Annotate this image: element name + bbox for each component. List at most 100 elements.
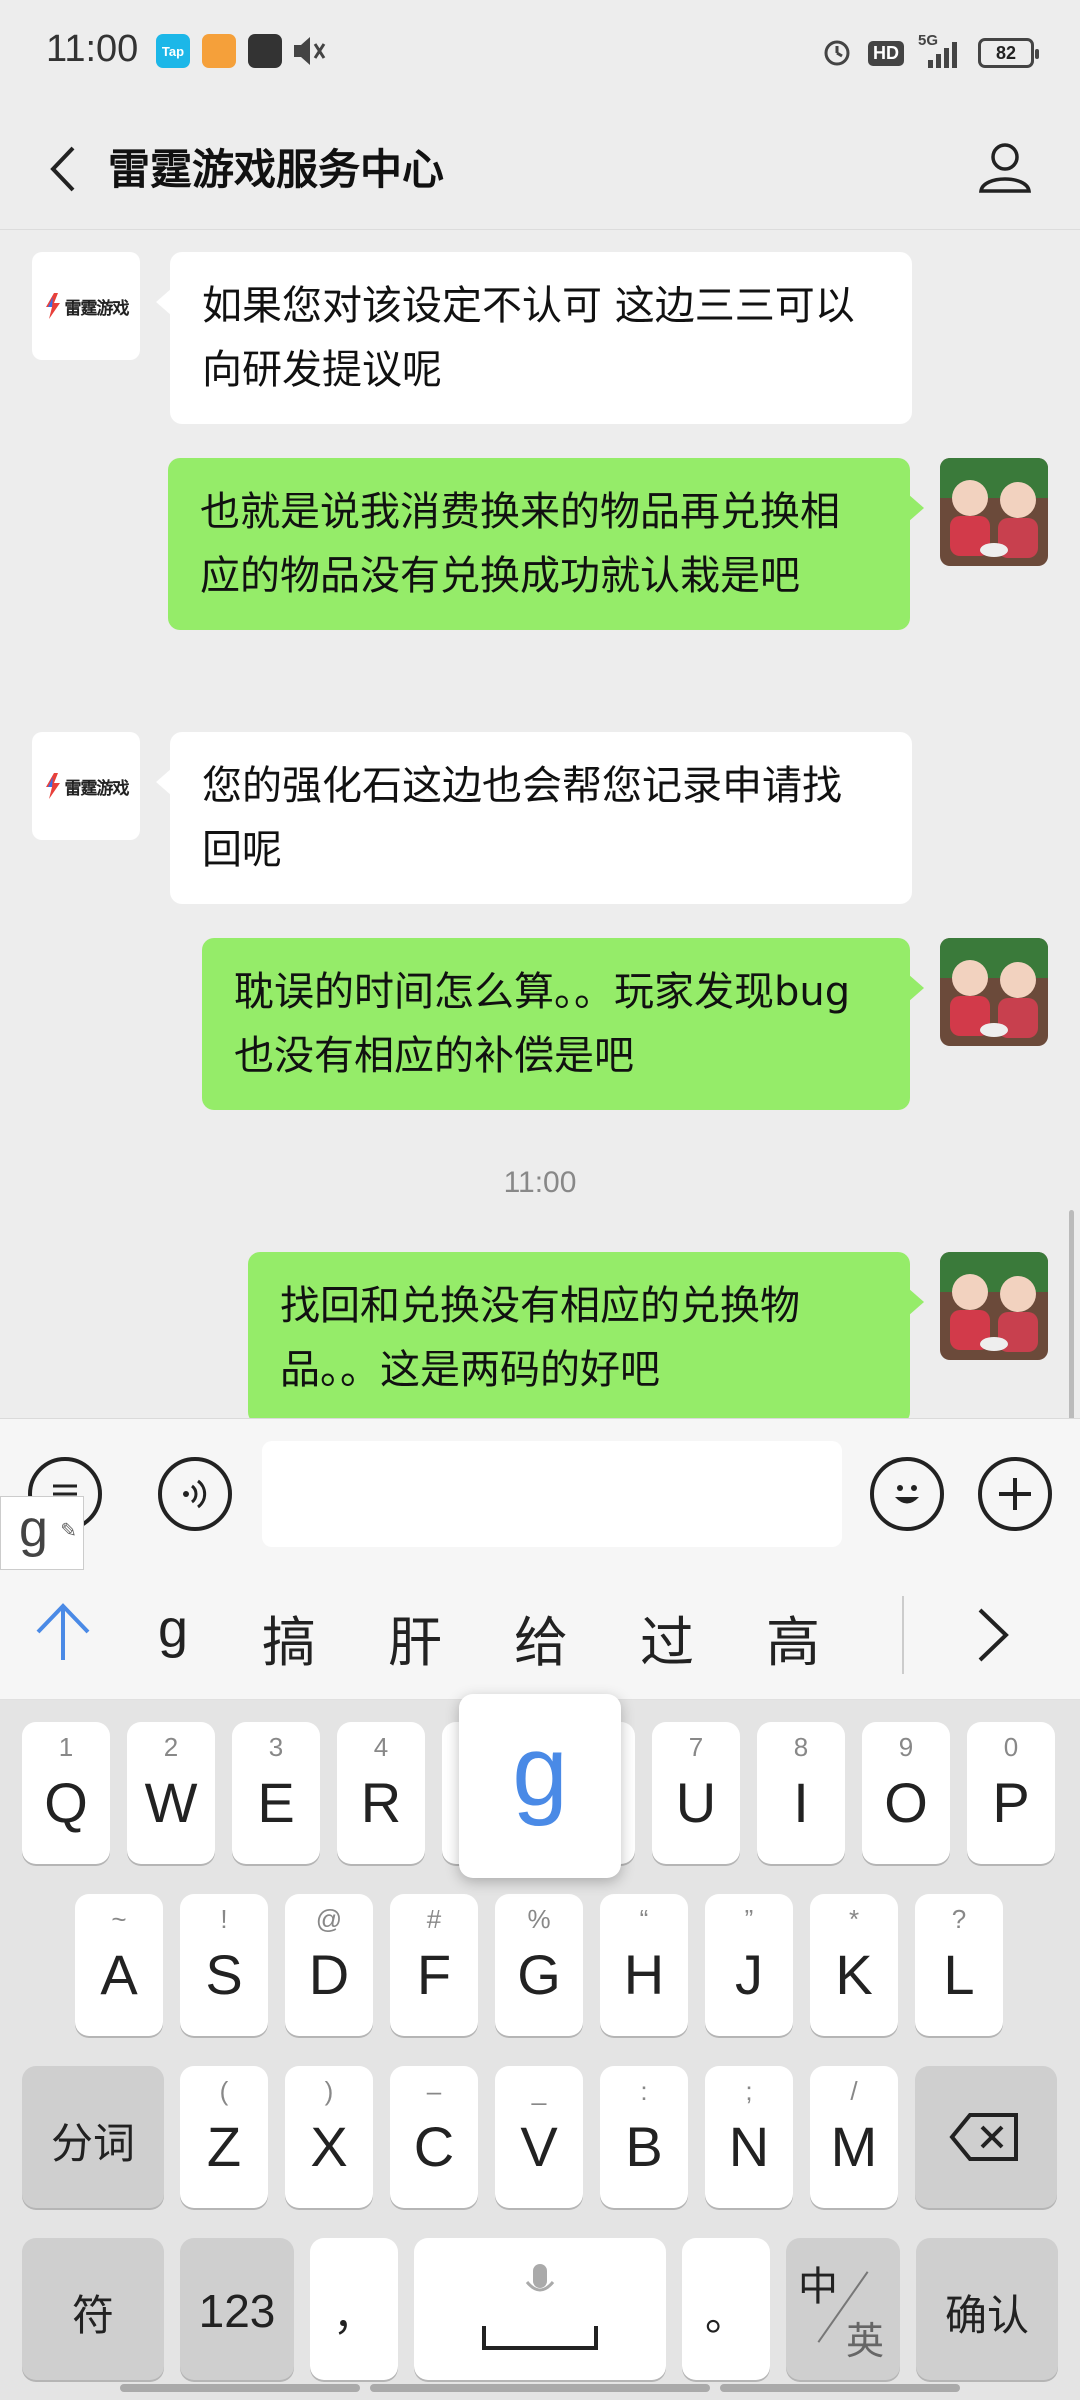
hd-icon: HD [868,40,904,66]
key-g[interactable]: % G [495,1894,583,2036]
lightning-logo-icon [45,293,60,319]
key-w[interactable]: 2W [127,1722,215,1864]
user-avatar[interactable] [940,1252,1048,1360]
service-avatar[interactable]: 雷霆游戏 [32,732,140,840]
key-label: I [793,1771,809,1834]
key-m[interactable]: / M [810,2066,898,2208]
key-r[interactable]: 4R [337,1722,425,1864]
key-press-popup: g [459,1694,621,1878]
key-hint: ; [745,2076,753,2106]
message-bubble[interactable]: 您的强化石这边也会帮您记录申请找回呢 [156,732,912,904]
period-key[interactable]: 。 [682,2238,770,2380]
key-e[interactable]: 3E [232,1722,320,1864]
key-x[interactable]: ) X [285,2066,373,2208]
key-j[interactable]: ” J [705,1894,793,2036]
candidate-0[interactable]: g [158,1598,188,1660]
symbol-key[interactable]: 符 [22,2238,164,2380]
battery-level: 82 [995,42,1017,63]
message-text: 也就是说我消费换来的物品再兑换相应的物品没有兑换成功就认栽是吧 [200,489,840,599]
message-bubble[interactable]: 耽误的时间怎么算。。玩家发现bug也没有相应的补偿是吧 [202,938,924,1110]
candidate-1[interactable]: 搞 [262,1598,316,1677]
key-hint: # [426,1904,442,1934]
candidate-3[interactable]: 给 [514,1598,568,1677]
key-n[interactable]: ; N [705,2066,793,2208]
signal-icon: 5G [918,32,964,70]
service-avatar[interactable]: 雷霆游戏 [32,252,140,360]
candidate-2[interactable]: 肝 [388,1598,442,1677]
alarm-icon [820,34,854,72]
profile-button[interactable] [970,132,1040,202]
key-d[interactable]: @ D [285,1894,373,2036]
ime-composition[interactable]: g ✎ [0,1496,84,1570]
key-l[interactable]: ? L [915,1894,1003,2036]
confirm-key[interactable]: 确认 [916,2238,1058,2380]
key-b[interactable]: :B [600,2066,688,2208]
message-bubble[interactable]: 也就是说我消费换来的物品再兑换相应的物品没有兑换成功就认栽是吧 [168,458,924,630]
segment-key[interactable]: 分词 [22,2066,164,2208]
backspace-icon [949,2113,1018,2161]
comma-key[interactable]: ， [310,2238,398,2380]
backspace-key[interactable] [915,2066,1057,2208]
message-bubble[interactable]: 如果您对该设定不认可 这边三三可以向研发提议呢 [156,252,912,424]
scrollbar[interactable] [1069,1210,1074,1418]
candidate-5[interactable]: 高 [766,1598,820,1677]
key-hint: ! [220,1904,228,1934]
ime-candidate-bar: g 搞 肝 给 过 高 [0,1570,1080,1700]
numeric-key[interactable]: 123 [180,2238,294,2380]
key-i[interactable]: 8I [757,1722,845,1864]
battery-icon: 82 [978,38,1039,68]
key-p[interactable]: 0P [967,1722,1055,1864]
tap-app-icon: Tap [156,34,190,68]
key-h[interactable]: “H [600,1894,688,2036]
back-button[interactable] [28,134,98,204]
candidate-4[interactable]: 过 [640,1598,694,1677]
key-label: 确认 [944,2291,1029,2340]
candidate-divider [902,1596,904,1674]
key-hint: 9 [898,1732,914,1762]
key-v[interactable]: _ V [495,2066,583,2208]
emoji-button[interactable] [870,1457,944,1531]
voice-icon [183,1479,207,1509]
chat-messages[interactable]: 雷霆游戏 如果您对该设定不认可 这边三三可以向研发提议呢 也就是说我消费换来的物… [0,230,1080,1418]
message-bubble[interactable]: 找回和兑换没有相应的兑换物品。。这是两码的好吧 [248,1252,924,1418]
page-title: 雷霆游戏服务中心 [108,145,445,194]
key-hint: / [850,2076,858,2106]
space-key[interactable] [414,2238,666,2380]
chat-input-bar [0,1418,1080,1570]
key-label: E [257,1771,295,1834]
key-hint: ~ [111,1904,127,1934]
key-q[interactable]: 1Q [22,1722,110,1864]
more-button[interactable] [978,1457,1052,1531]
key-s[interactable]: ! S [180,1894,268,2036]
key-label: K [835,1943,873,2006]
user-avatar[interactable] [940,938,1048,1046]
key-label: L [943,1943,975,2006]
voice-button[interactable] [158,1457,232,1531]
key-k[interactable]: * K [810,1894,898,2036]
language-switch-key[interactable]: 中 英 [786,2238,900,2380]
chat-header: 雷霆游戏服务中心 [0,104,1080,230]
key-hint: * [848,1904,860,1934]
key-z[interactable]: (Z [180,2066,268,2208]
message-input[interactable] [262,1441,842,1547]
expand-candidates-button[interactable] [962,1600,1022,1670]
key-label: X [310,2115,348,2178]
service-logo: 雷霆游戏 [44,773,130,799]
key-hint: “ [639,1904,649,1934]
home-indicator [370,2384,710,2392]
key-c[interactable]: – C [390,2066,478,2208]
key-label: J [735,1943,763,2006]
key-a[interactable]: ~ A [75,1894,163,2036]
key-label: N [728,2115,770,2178]
key-o[interactable]: 9O [862,1722,950,1864]
key-f[interactable]: # F [390,1894,478,2036]
key-hint: ” [744,1904,754,1934]
key-u[interactable]: 7U [652,1722,740,1864]
user-avatar[interactable] [940,458,1048,566]
status-time: 11:00 [46,28,139,70]
key-label: P [992,1771,1030,1834]
message-text: 找回和兑换没有相应的兑换物品。。这是两码的好吧 [280,1283,800,1393]
key-hint: ? [951,1904,967,1934]
ime-toolbar-toggle[interactable] [28,1598,98,1668]
key-hint: ( [219,2076,229,2106]
